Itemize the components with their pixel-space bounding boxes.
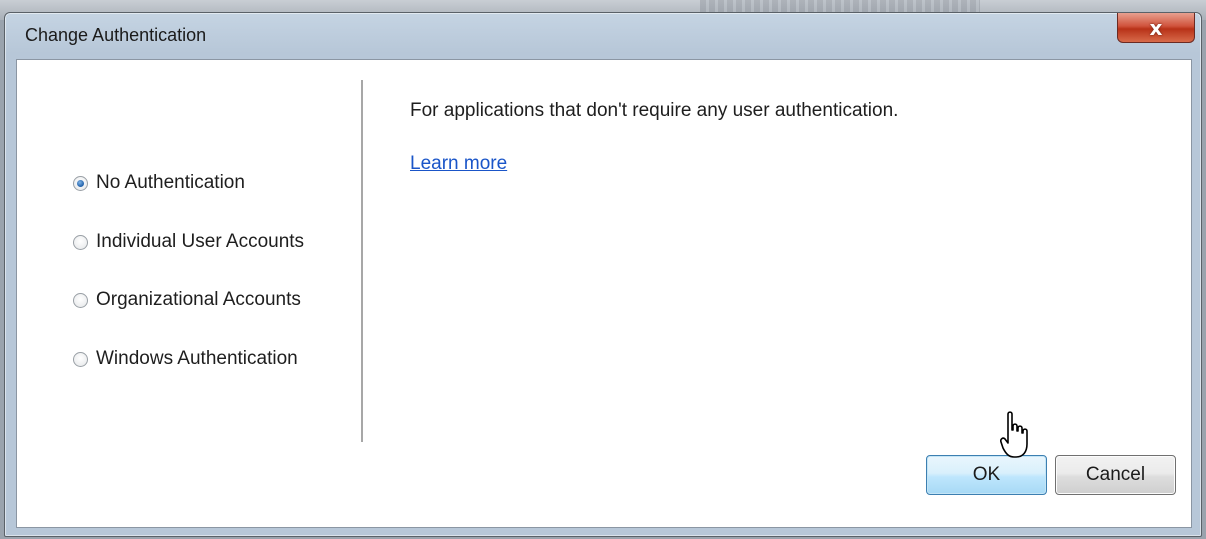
radio-label: Organizational Accounts xyxy=(96,289,301,310)
radio-no-authentication[interactable]: No Authentication xyxy=(73,172,245,194)
title-bar[interactable]: Change Authentication x xyxy=(5,13,1201,59)
radio-unselected-icon[interactable] xyxy=(73,351,88,367)
radio-windows-authentication[interactable]: Windows Authentication xyxy=(73,348,298,370)
learn-more-link[interactable]: Learn more xyxy=(410,153,507,175)
close-button[interactable]: x xyxy=(1117,13,1195,43)
radio-organizational-accounts[interactable]: Organizational Accounts xyxy=(73,289,301,311)
radio-selected-icon[interactable] xyxy=(73,175,88,191)
auth-description: For applications that don't require any … xyxy=(410,100,899,121)
radio-label: No Authentication xyxy=(96,172,245,193)
auth-options-group: No Authentication Individual User Accoun… xyxy=(17,60,357,460)
close-icon: x xyxy=(1149,15,1163,40)
vertical-divider xyxy=(361,80,363,442)
dialog-title: Change Authentication xyxy=(25,25,207,45)
hand-pointer-cursor-icon xyxy=(1000,411,1028,458)
cancel-button[interactable]: Cancel xyxy=(1055,455,1176,495)
radio-unselected-icon[interactable] xyxy=(73,292,88,308)
radio-label: Windows Authentication xyxy=(96,348,298,369)
radio-label: Individual User Accounts xyxy=(96,231,305,252)
radio-individual-user-accounts[interactable]: Individual User Accounts xyxy=(73,231,304,253)
radio-unselected-icon[interactable] xyxy=(73,234,88,250)
